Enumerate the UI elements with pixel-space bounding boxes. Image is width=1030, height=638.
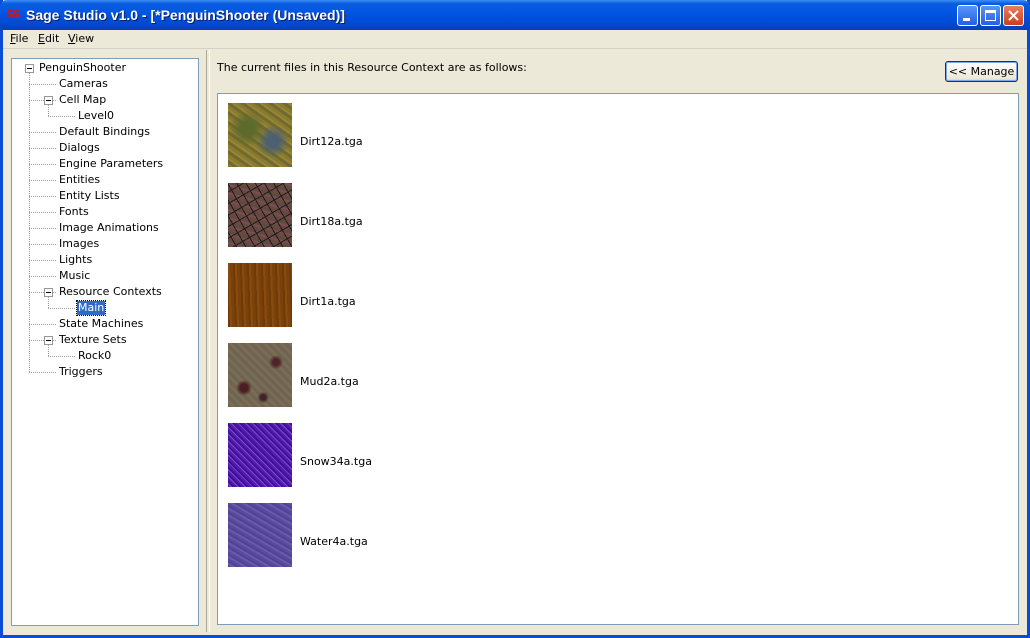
texture-thumbnail [228, 263, 292, 327]
project-tree-pane: PenguinShooter Cameras Cell Map Level0 Defa… [11, 58, 199, 626]
tree-connector [29, 324, 56, 325]
tree-connector [48, 345, 49, 356]
pane-splitter[interactable] [206, 50, 210, 632]
file-item[interactable]: Mud2a.tga [228, 343, 528, 407]
file-name: Dirt12a.tga [300, 135, 363, 148]
tree-item-rock0[interactable]: Rock0 [78, 349, 111, 363]
tree-connector [29, 228, 56, 229]
tree-connector [29, 372, 56, 373]
title-bar[interactable]: SS Sage Studio v1.0 - [*PenguinShooter (… [0, 0, 1030, 30]
tree-item-lights[interactable]: Lights [59, 253, 92, 267]
file-list-panel: Dirt12a.tga Dirt18a.tga Dirt1a.tga Mud2a.tg… [217, 93, 1019, 625]
tree-connector [29, 132, 56, 133]
tree-item-resource-contexts[interactable]: Resource Contexts [59, 285, 162, 299]
app-icon: SS [6, 8, 20, 21]
file-item[interactable]: Snow34a.tga [228, 423, 528, 487]
tree-item-cameras[interactable]: Cameras [59, 77, 108, 91]
file-name: Snow34a.tga [300, 455, 372, 468]
menu-edit[interactable]: Edit [38, 32, 59, 45]
tree-connector [29, 260, 56, 261]
tree-item-engine-parameters[interactable]: Engine Parameters [59, 157, 163, 171]
menu-file[interactable]: File [10, 32, 28, 45]
tree-item-fonts[interactable]: Fonts [59, 205, 89, 219]
minimize-icon [963, 18, 970, 21]
tree-item-level0[interactable]: Level0 [78, 109, 114, 123]
minimize-button[interactable] [957, 5, 978, 26]
window-title: Sage Studio v1.0 - [*PenguinShooter (Uns… [26, 7, 345, 23]
tree-connector [29, 196, 56, 197]
files-caption: The current files in this Resource Conte… [217, 61, 527, 74]
tree-item-cell-map[interactable]: Cell Map [59, 93, 106, 107]
tree-connector [48, 356, 75, 357]
tree-connector [29, 276, 56, 277]
tree-connector [48, 297, 49, 308]
texture-thumbnail [228, 343, 292, 407]
file-item[interactable]: Dirt12a.tga [228, 103, 528, 167]
file-item[interactable]: Dirt18a.tga [228, 183, 528, 247]
file-item[interactable]: Water4a.tga [228, 503, 528, 567]
tree-connector [48, 116, 75, 117]
tree-item-entities[interactable]: Entities [59, 173, 100, 187]
tree-item-image-animations[interactable]: Image Animations [59, 221, 159, 235]
file-name: Mud2a.tga [300, 375, 359, 388]
texture-thumbnail [228, 503, 292, 567]
tree-item-dialogs[interactable]: Dialogs [59, 141, 100, 155]
close-icon [1008, 10, 1019, 21]
tree-connector [48, 308, 75, 309]
texture-thumbnail [228, 183, 292, 247]
menu-view[interactable]: View [68, 32, 94, 45]
maximize-icon [985, 10, 996, 21]
tree-root[interactable]: PenguinShooter [39, 61, 126, 75]
file-item[interactable]: Dirt1a.tga [228, 263, 528, 327]
tree-item-state-machines[interactable]: State Machines [59, 317, 143, 331]
tree-item-default-bindings[interactable]: Default Bindings [59, 125, 150, 139]
tree-item-main[interactable]: Main [75, 300, 107, 316]
texture-thumbnail [228, 103, 292, 167]
tree-item-triggers[interactable]: Triggers [59, 365, 103, 379]
tree-item-entity-lists[interactable]: Entity Lists [59, 189, 120, 203]
tree-item-music[interactable]: Music [59, 269, 90, 283]
texture-thumbnail [228, 423, 292, 487]
file-name: Dirt1a.tga [300, 295, 356, 308]
tree-connector [29, 212, 56, 213]
close-button[interactable] [1003, 5, 1024, 26]
manage-button[interactable]: << Manage [945, 61, 1018, 82]
tree-item-texture-sets[interactable]: Texture Sets [59, 333, 127, 347]
tree-connector [29, 73, 30, 372]
tree-item-images[interactable]: Images [59, 237, 99, 251]
tree-connector [29, 164, 56, 165]
tree-connector [29, 244, 56, 245]
app-window: SS Sage Studio v1.0 - [*PenguinShooter (… [0, 0, 1030, 638]
collapse-toggle-icon[interactable] [44, 288, 53, 297]
project-tree: PenguinShooter Cameras Cell Map Level0 Defa… [12, 59, 198, 625]
tree-connector [29, 180, 56, 181]
file-name: Water4a.tga [300, 535, 368, 548]
tree-connector [29, 148, 56, 149]
tree-connector [29, 84, 56, 85]
collapse-toggle-icon[interactable] [44, 96, 53, 105]
menu-bar: File Edit View [3, 30, 1027, 49]
tree-connector [48, 105, 49, 116]
file-name: Dirt18a.tga [300, 215, 363, 228]
collapse-toggle-icon[interactable] [44, 336, 53, 345]
collapse-toggle-icon[interactable] [25, 64, 34, 73]
maximize-button[interactable] [980, 5, 1001, 26]
